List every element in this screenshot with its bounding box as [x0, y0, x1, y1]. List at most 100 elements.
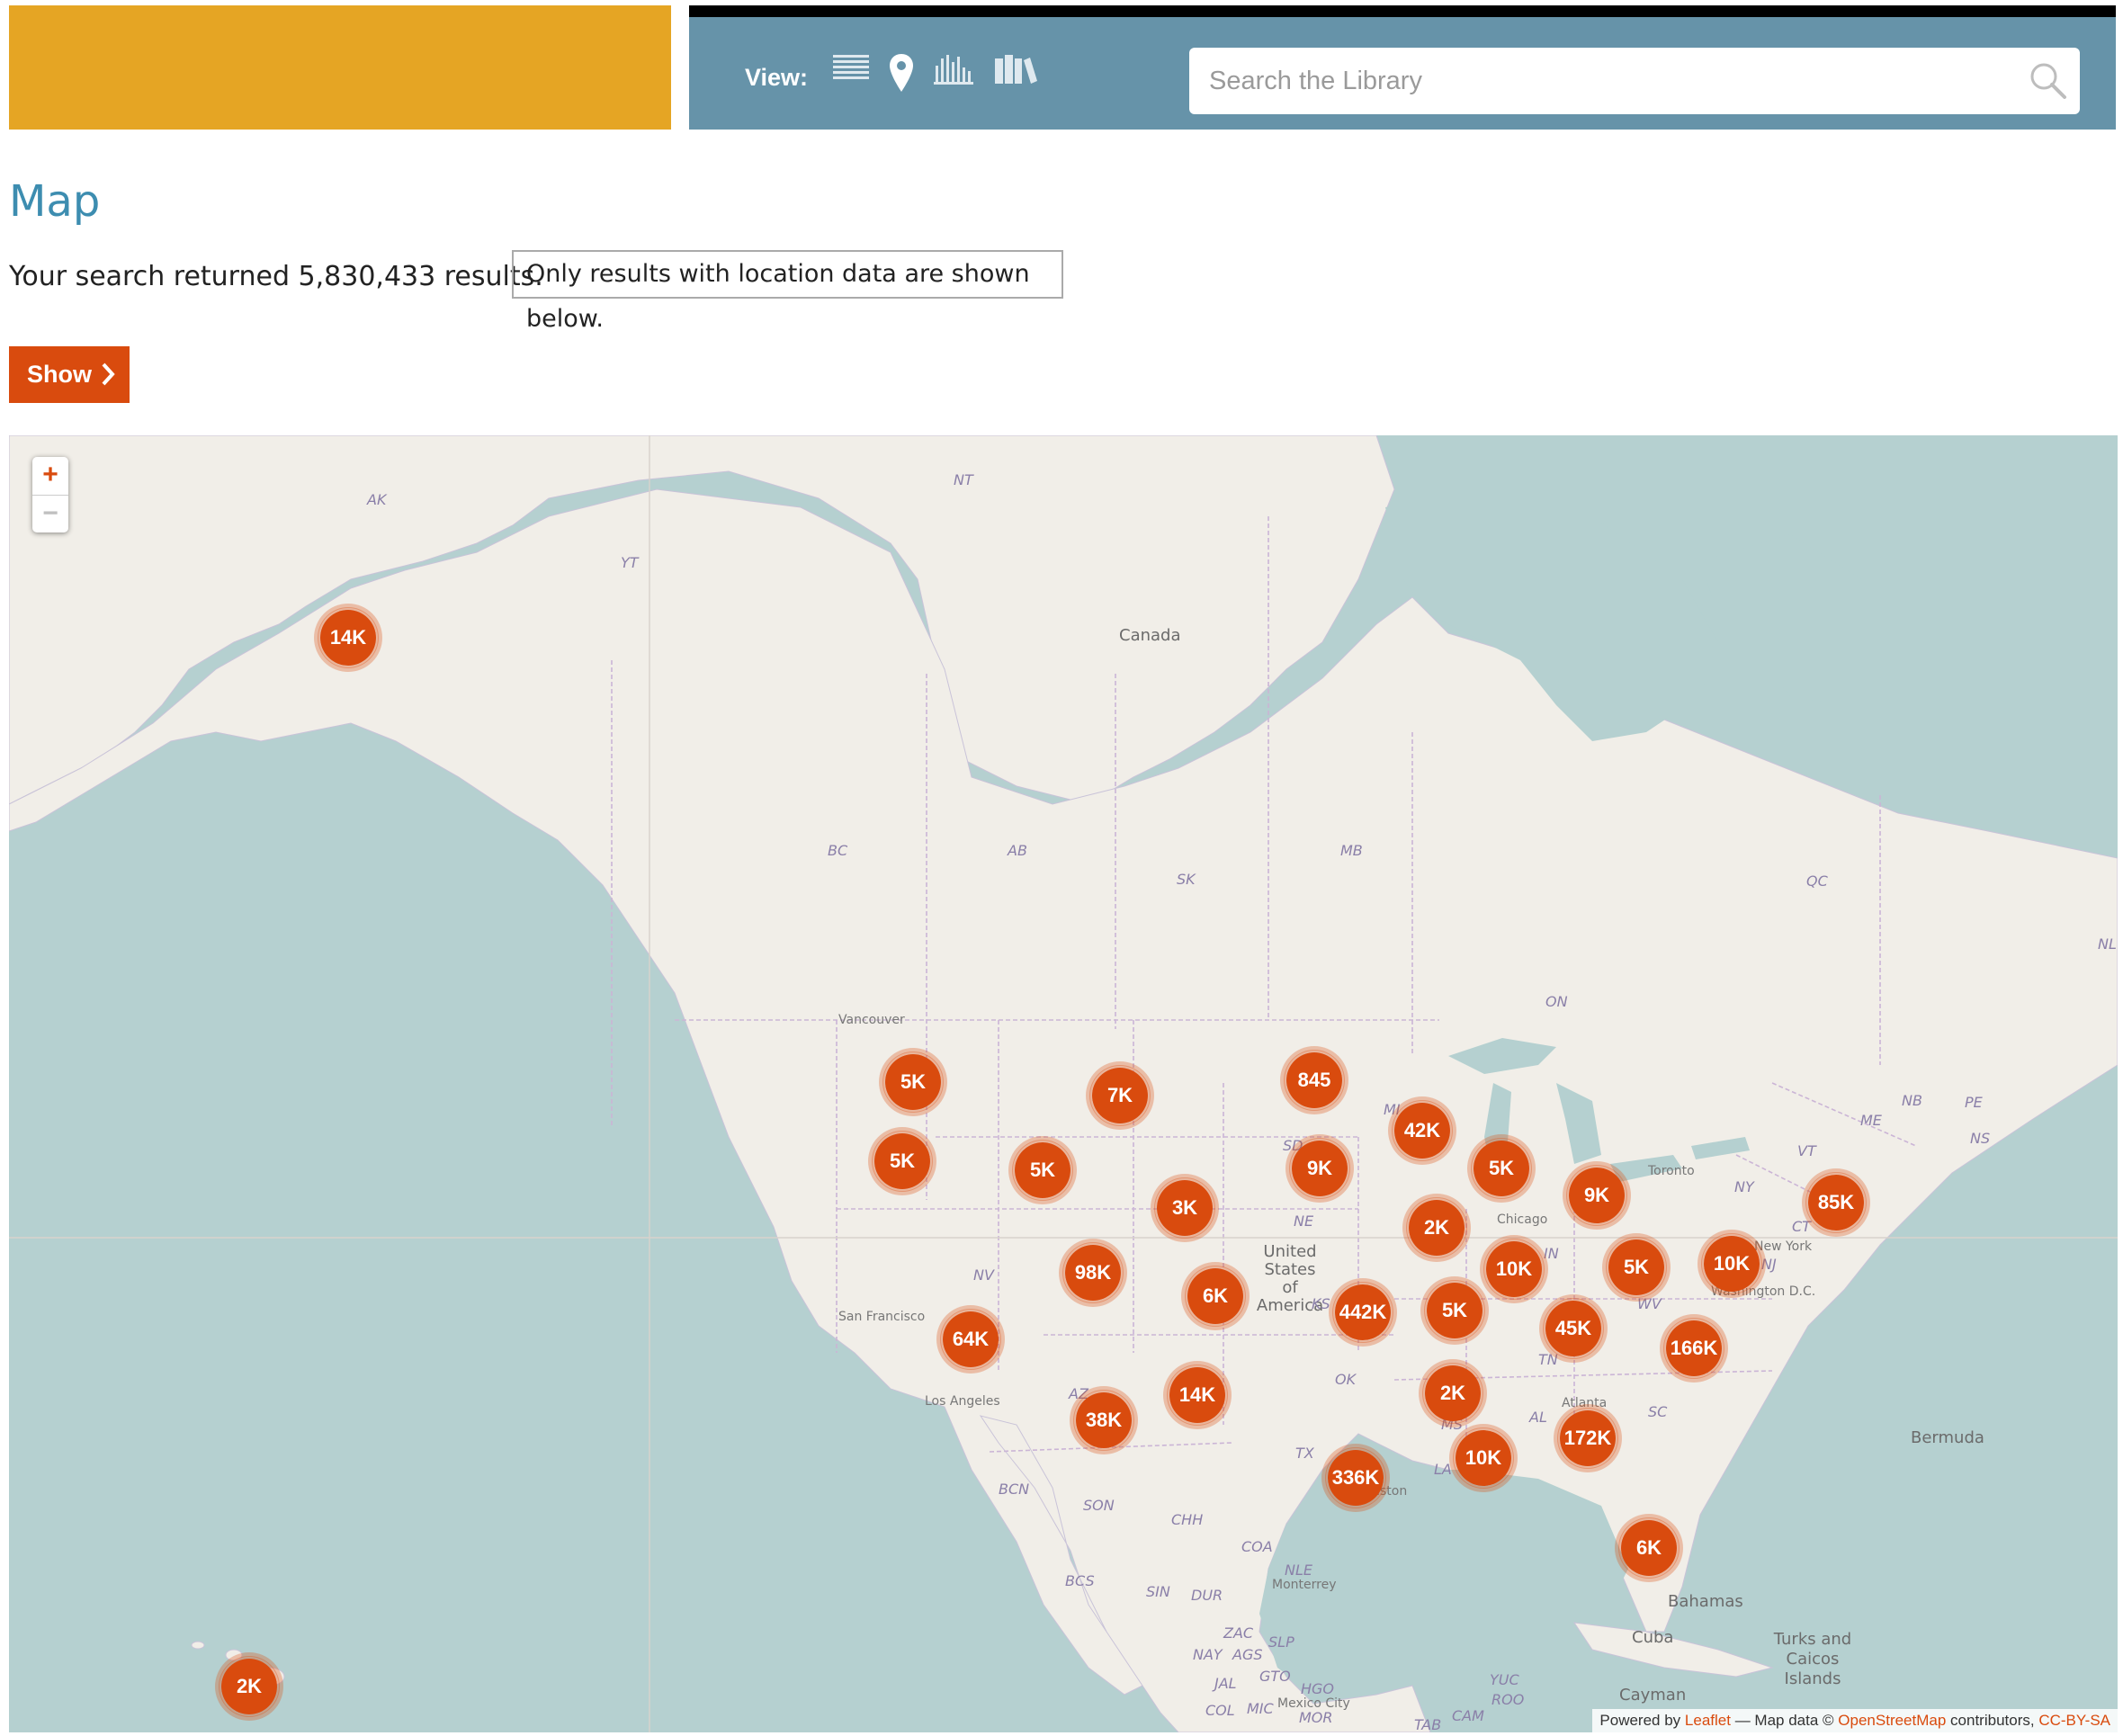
map-label-bahamas: Bahamas [1668, 1592, 1743, 1611]
map-label-dur: DUR [1191, 1587, 1223, 1604]
map-label-tab: TAB [1414, 1716, 1442, 1732]
map-attribution: Powered by Leaflet — Map data © OpenStre… [1592, 1709, 2118, 1732]
map-label-son: SON [1083, 1497, 1115, 1514]
map-label-wv: WV [1637, 1295, 1662, 1312]
cluster-marker[interactable]: 42K [1392, 1100, 1453, 1161]
map-label-monterrey: Monterrey [1272, 1578, 1337, 1592]
map-label-me: ME [1860, 1112, 1882, 1129]
show-button[interactable]: Show [9, 346, 130, 403]
map-label-al: AL [1529, 1409, 1547, 1426]
result-count-text: Your search returned 5,830,433 results. [9, 261, 543, 292]
map-label-los-angeles: Los Angeles [925, 1394, 1000, 1409]
map-label-jal: JAL [1214, 1675, 1237, 1692]
map-label-vancouver: Vancouver [838, 1013, 905, 1027]
map-label-yuc: YUC [1490, 1671, 1519, 1688]
cluster-marker[interactable]: 172K [1557, 1408, 1618, 1469]
cluster-marker[interactable]: 2K [1406, 1197, 1467, 1258]
cluster-marker[interactable]: 38K [1073, 1390, 1134, 1451]
cluster-marker[interactable]: 7K [1089, 1065, 1151, 1126]
map-label-nl: NL [2098, 935, 2117, 953]
cluster-marker[interactable]: 5K [872, 1131, 933, 1192]
cluster-marker[interactable]: 845 [1284, 1050, 1345, 1111]
list-view-icon[interactable] [833, 53, 871, 87]
map-label-zac: ZAC [1223, 1624, 1254, 1642]
cluster-marker[interactable]: 2K [1422, 1363, 1483, 1424]
attribution-middle: — Map data © [1734, 1712, 1834, 1729]
map-label-canada: Canada [1119, 626, 1181, 645]
cluster-marker[interactable]: 9K [1566, 1165, 1627, 1226]
cluster-marker[interactable]: 5K [1606, 1237, 1667, 1298]
search-icon[interactable] [2028, 60, 2067, 103]
map-label-cam: CAM [1452, 1707, 1484, 1724]
map-label-ct: CT [1792, 1218, 1811, 1235]
cluster-marker[interactable]: 166K [1663, 1318, 1724, 1379]
zoom-control: + − [32, 457, 68, 532]
map-label-on: ON [1545, 993, 1568, 1010]
cluster-marker[interactable]: 10K [1483, 1239, 1545, 1300]
map-label-nv: NV [973, 1266, 994, 1284]
map-label-mic: MIC [1247, 1700, 1274, 1717]
map-label-ab: AB [1008, 842, 1027, 859]
cluster-marker[interactable]: 14K [318, 607, 379, 668]
map-label-col: COL [1205, 1702, 1235, 1719]
map-label-sc: SC [1648, 1403, 1668, 1420]
map-label-ks: KS [1312, 1295, 1330, 1312]
cluster-marker[interactable]: 45K [1543, 1298, 1604, 1359]
map-label-bc: BC [828, 842, 848, 859]
zoom-in-button[interactable]: + [32, 457, 68, 495]
map-label-la: LA [1434, 1461, 1452, 1478]
cluster-marker[interactable]: 64K [940, 1309, 1001, 1370]
page-title: Map [9, 176, 101, 227]
cluster-marker[interactable]: 5K [1471, 1138, 1532, 1199]
search-box [1189, 48, 2080, 114]
zoom-out-button[interactable]: − [32, 495, 68, 533]
cluster-marker[interactable]: 336K [1325, 1447, 1386, 1508]
cluster-marker[interactable]: 2K [219, 1656, 280, 1717]
map-label-nle: NLE [1285, 1562, 1312, 1579]
map-label-ak: AK [367, 491, 387, 508]
cluster-marker[interactable]: 6K [1185, 1266, 1246, 1327]
map-label-in: IN [1544, 1245, 1559, 1262]
map-label-mor: MOR [1299, 1709, 1333, 1726]
map-label-san-francisco: San Francisco [838, 1310, 926, 1324]
map-label-tx: TX [1295, 1445, 1314, 1462]
cluster-marker[interactable]: 10K [1453, 1427, 1514, 1489]
results-map[interactable]: AK NT YT Canada BC AB SK MB QC ON NB PE … [9, 435, 2118, 1732]
cluster-marker[interactable]: 10K [1701, 1233, 1762, 1294]
map-label-chh: CHH [1171, 1511, 1204, 1528]
license-link[interactable]: CC-BY-SA [2038, 1712, 2110, 1729]
cluster-marker[interactable]: 14K [1167, 1365, 1228, 1426]
attribution-suffix: contributors, [1950, 1712, 2035, 1729]
cluster-marker[interactable]: 5K [1424, 1280, 1485, 1341]
map-label-sk: SK [1177, 871, 1196, 888]
map-label-ny: NY [1734, 1178, 1754, 1195]
location-notice: Only results with location data are show… [512, 250, 1063, 333]
site-logo-block[interactable] [9, 5, 671, 130]
map-label-sin: SIN [1146, 1583, 1170, 1600]
map-label-new-york: New York [1754, 1239, 1813, 1254]
map-label-slp: SLP [1268, 1633, 1294, 1651]
map-label-nt: NT [954, 471, 973, 488]
map-label-ns: NS [1970, 1130, 1991, 1147]
leaflet-link[interactable]: Leaflet [1685, 1712, 1731, 1729]
openstreetmap-link[interactable]: OpenStreetMap [1838, 1712, 1946, 1729]
map-label-mb: MB [1340, 842, 1363, 859]
map-label-bermuda: Bermuda [1911, 1428, 1984, 1447]
cluster-marker[interactable]: 9K [1289, 1138, 1350, 1199]
map-view-icon[interactable] [889, 53, 914, 96]
cluster-marker[interactable]: 98K [1062, 1242, 1124, 1303]
map-label-bcn: BCN [999, 1481, 1030, 1498]
search-input[interactable] [1189, 48, 1999, 114]
cluster-marker[interactable]: 442K [1332, 1282, 1393, 1343]
cluster-marker[interactable]: 5K [1012, 1140, 1073, 1201]
cluster-marker[interactable]: 6K [1618, 1517, 1680, 1579]
cluster-marker[interactable]: 85K [1805, 1172, 1867, 1233]
shelf-view-icon[interactable] [995, 53, 1038, 89]
map-label-nay: NAY [1193, 1646, 1223, 1663]
cluster-marker[interactable]: 5K [882, 1051, 944, 1113]
cluster-marker[interactable]: 3K [1154, 1177, 1215, 1239]
map-label-yt: YT [621, 554, 639, 571]
map-label-qc: QC [1806, 872, 1828, 890]
timeline-view-icon[interactable] [934, 53, 973, 89]
map-label-nj: NJ [1761, 1256, 1777, 1273]
